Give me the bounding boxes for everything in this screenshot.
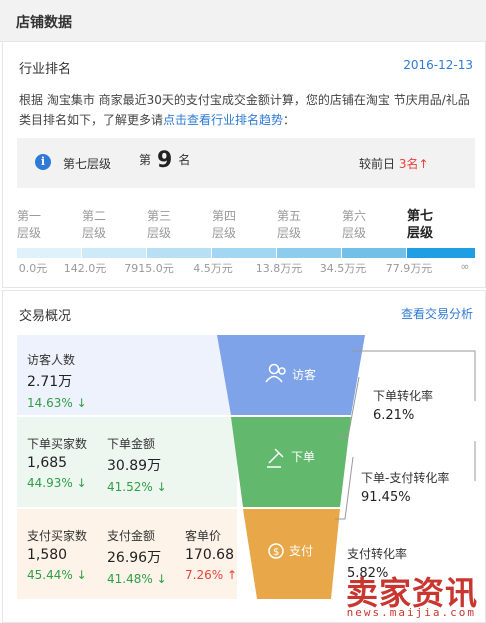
threshold-value: 0.0元 [18, 262, 48, 275]
threshold-value: 4.5万元 [193, 262, 233, 275]
threshold-value: 7915.0元 [124, 262, 174, 275]
order-conversion: 下单转化率 6.21% [373, 387, 433, 423]
page-title: 店铺数据 [16, 15, 72, 31]
order-conversion-label: 下单转化率 [373, 389, 434, 403]
description-end: ： [283, 113, 296, 127]
tier-labels: 第一 层级 第二 层级 第三 层级 第四 层级 第五 层级 第六 层级 第七 层级 [17, 208, 475, 248]
pay-conversion-label: 支付转化率 [347, 547, 408, 561]
tier-2[interactable]: 第二 层级 [82, 208, 122, 242]
threshold-value: ∞ [460, 260, 470, 273]
tier-3[interactable]: 第三 层级 [147, 208, 187, 242]
tier-bar-5 [277, 248, 341, 258]
tier-5[interactable]: 第五 层级 [277, 208, 317, 242]
threshold-value: 34.5万元 [319, 262, 367, 275]
industry-ranking-title: 行业排名 [19, 62, 72, 77]
order-pay-conversion-label: 下单-支付转化率 [361, 471, 450, 485]
order-pay-conversion: 下单-支付转化率 91.45% [361, 469, 449, 505]
funnel-order-label: 下单 [291, 450, 315, 464]
tier-1[interactable]: 第一 层级 [17, 208, 57, 242]
ranking-description: 根据 淘宝集市 商家最近30天的支付宝成交金额计算，您的店铺在淘宝 节庆用品/礼… [19, 90, 474, 130]
tier-bar-1 [17, 248, 81, 258]
threshold-value: 142.0元 [63, 262, 107, 275]
rank-compare: 较前日 3名↑ [359, 155, 429, 172]
order-pay-conversion-value: 91.45% [361, 490, 411, 505]
rank-value: 9 [157, 148, 173, 173]
threshold-value: 77.9万元 [385, 262, 433, 275]
current-level: 第七层级 [63, 157, 112, 171]
tier-bar-2 [82, 248, 146, 258]
rank-prefix: 第 [139, 153, 152, 167]
current-rank: 第9名 [139, 148, 190, 173]
up-arrow-icon: ↑ [418, 157, 429, 171]
ranking-date[interactable]: 2016-12-13 [403, 58, 473, 72]
compare-label: 较前日 [359, 157, 396, 171]
info-icon[interactable]: i [35, 154, 51, 170]
rank-summary-box: i 第七层级 第9名 较前日 3名↑ [17, 138, 475, 188]
funnel-visit-segment [217, 335, 365, 415]
tier-bar-7 [407, 248, 475, 258]
rank-suffix: 名 [178, 153, 191, 167]
tier-bar-4 [212, 248, 276, 258]
threshold-value: 13.8万元 [255, 262, 303, 275]
watermark-logo: 卖家资讯 news.maijia.com [328, 568, 478, 620]
tier-6[interactable]: 第六 层级 [342, 208, 382, 242]
order-conversion-value: 6.21% [373, 408, 415, 423]
funnel-pay-label: 支付 [289, 544, 313, 558]
tier-thresholds: 0.0元 142.0元 7915.0元 4.5万元 13.8万元 34.5万元 … [3, 260, 486, 276]
tier-bar-6 [342, 248, 406, 258]
industry-ranking-card: 行业排名 2016-12-13 根据 淘宝集市 商家最近30天的支付宝成交金额计… [2, 42, 486, 288]
page-header: 店铺数据 [0, 0, 486, 42]
watermark-sub: news.maijia.com [346, 606, 476, 619]
svg-text:$: $ [273, 547, 279, 558]
tier-4[interactable]: 第四 层级 [212, 208, 252, 242]
funnel-visit-label: 访客 [292, 367, 316, 382]
tier-7-active[interactable]: 第七 层级 [407, 208, 447, 242]
tier-bar-3 [147, 248, 211, 258]
compare-value: 3名 [398, 157, 419, 171]
ranking-trend-link[interactable]: 点击查看行业排名趋势 [163, 113, 283, 127]
